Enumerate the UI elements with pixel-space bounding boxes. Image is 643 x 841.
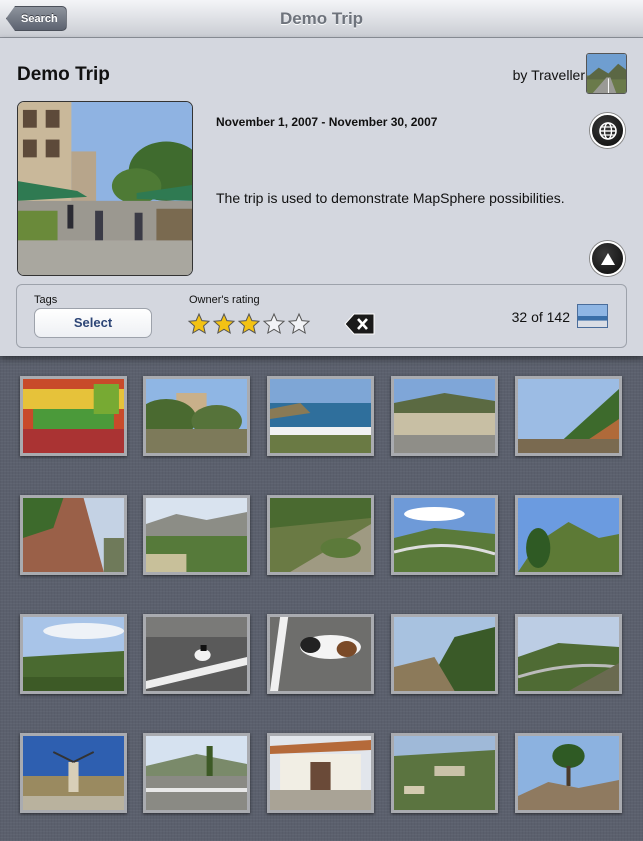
photo-thumbnail-winding-road[interactable] [515,614,622,694]
star-empty-icon[interactable] [262,312,286,336]
photo-thumbnail-shrub-hills[interactable] [515,495,622,575]
star-filled-icon[interactable] [187,312,211,336]
photo-thumbnail-mountain-valley[interactable] [143,495,250,575]
current-photo-thumbnail[interactable] [577,304,608,328]
photo-thumbnail-taverna[interactable] [267,733,374,813]
trip-description: The trip is used to demonstrate MapSpher… [216,190,565,206]
photo-thumbnail-village-hills[interactable] [391,733,498,813]
photo-thumbnail-coast-road[interactable] [391,376,498,456]
photo-thumbnail-dog-on-road[interactable] [143,614,250,694]
photo-thumbnail-sea-bay[interactable] [267,376,374,456]
up-arrow-icon [600,252,615,265]
photo-counter: 32 of 142 [511,309,570,325]
trip-title: Demo Trip [17,64,110,85]
trip-header-panel: Demo Trip by Traveller November 1, 2007 … [0,38,643,356]
clear-backspace-icon [344,313,375,335]
rating-label: Owner's rating [189,294,260,306]
star-filled-icon[interactable] [212,312,236,336]
clear-rating-button[interactable] [344,313,375,335]
photo-thumbnail-mountain-road[interactable] [391,614,498,694]
photo-thumbnail-hillside-house[interactable] [143,376,250,456]
collapse-button[interactable] [590,241,625,276]
trip-cover-photo[interactable] [17,101,193,276]
trip-dates: November 1, 2007 - November 30, 2007 [216,115,438,129]
photo-thumbnail-red-cliff[interactable] [20,495,127,575]
star-empty-icon[interactable] [287,312,311,336]
photo-thumbnail-dog-closeup[interactable] [267,614,374,694]
photo-thumbnail-lone-tree[interactable] [515,733,622,813]
photo-thumbnail-green-hill[interactable] [267,495,374,575]
filter-toolbar: Tags Select Owner's rating 32 of 142 [16,284,627,348]
navigation-bar: Search Demo Trip [0,0,643,38]
trip-author[interactable]: by Traveller [513,67,585,83]
star-filled-icon[interactable] [237,312,261,336]
rating-stars[interactable] [187,312,311,336]
photo-thumbnail-valley-view[interactable] [20,614,127,694]
photo-thumbnail-fruit-market[interactable] [20,376,127,456]
photo-thumbnail-distant-hills[interactable] [391,495,498,575]
photo-thumbnail-rocky-slope[interactable] [515,376,622,456]
photo-thumbnail-windmill[interactable] [20,733,127,813]
photo-grid [0,356,643,841]
map-button[interactable] [590,113,625,148]
select-tags-button[interactable]: Select [34,308,152,338]
tags-label: Tags [34,294,58,306]
globe-icon [598,121,617,140]
photo-thumbnail-village-street[interactable] [143,733,250,813]
nav-title: Demo Trip [279,9,364,28]
author-avatar[interactable] [586,53,627,94]
